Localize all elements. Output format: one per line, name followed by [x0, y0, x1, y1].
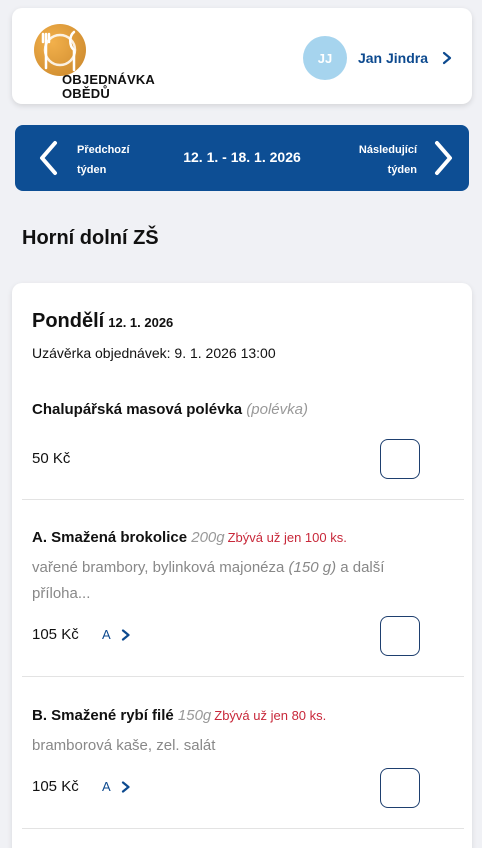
- stock-warning: Zbývá už jen 80 ks.: [214, 708, 327, 723]
- meal-weight: 200g: [191, 529, 225, 546]
- day-name: Pondělí: [32, 310, 105, 332]
- fork-knife-icon: [41, 30, 77, 72]
- chevron-right-icon[interactable]: [433, 140, 455, 176]
- meal-price: 50 Kč: [32, 450, 71, 467]
- chevron-right-icon: [121, 628, 130, 641]
- divider: [22, 676, 464, 677]
- stock-warning: Zbývá už jen 100 ks.: [227, 530, 347, 545]
- next-week-button[interactable]: Následující týden: [347, 140, 417, 180]
- meal-name: Chalupářská masová polévka (polévka): [32, 401, 308, 418]
- meal-description: vařené brambory, bylinková majonéza (150…: [32, 559, 385, 602]
- app-logo[interactable]: OBJEDNÁVKA OBĚDŮ: [22, 16, 172, 101]
- day-date: 12. 1. 2026: [108, 315, 174, 330]
- meal-weight: 150g: [177, 707, 212, 724]
- divider: [22, 828, 464, 829]
- app-header: OBJEDNÁVKA OBĚDŮ JJ Jan Jindra: [12, 8, 472, 104]
- user-menu[interactable]: JJ Jan Jindra: [302, 36, 454, 80]
- allergen-link[interactable]: A: [102, 779, 131, 794]
- order-checkbox[interactable]: [380, 768, 420, 808]
- week-navigation: Předchozí týden 12. 1. - 18. 1. 2026 Nás…: [15, 125, 469, 191]
- meal-price: 105 Kč: [32, 778, 79, 795]
- school-name: Horní dolní ZŠ: [22, 227, 159, 249]
- day-card: Pondělí 12. 1. 2026 Uzávěrka objednávek: …: [12, 283, 472, 848]
- order-deadline: Uzávěrka objednávek: 9. 1. 2026 13:00: [32, 345, 276, 361]
- order-checkbox[interactable]: [380, 439, 420, 479]
- chevron-right-icon: [121, 780, 130, 793]
- meal-description: bramborová kaše, zel. salát: [32, 737, 216, 754]
- logo-text: OBJEDNÁVKA OBĚDŮ: [62, 72, 156, 101]
- order-checkbox[interactable]: [380, 616, 420, 656]
- meal-name: B. Smažené rybí filé 150g Zbývá už jen 80…: [32, 707, 327, 724]
- user-name: Jan Jindra: [357, 50, 428, 66]
- meal-type: (polévka): [246, 401, 308, 418]
- allergen-link[interactable]: A: [102, 627, 131, 642]
- divider: [22, 499, 464, 500]
- avatar: JJ: [302, 36, 347, 80]
- chevron-right-icon: [442, 51, 452, 65]
- logo-plate-icon: [34, 24, 86, 76]
- day-title: Pondělí 12. 1. 2026: [32, 310, 173, 333]
- meal-price: 105 Kč: [32, 626, 79, 643]
- meal-name: A. Smažená brokolice 200g Zbývá už jen 10…: [32, 529, 347, 546]
